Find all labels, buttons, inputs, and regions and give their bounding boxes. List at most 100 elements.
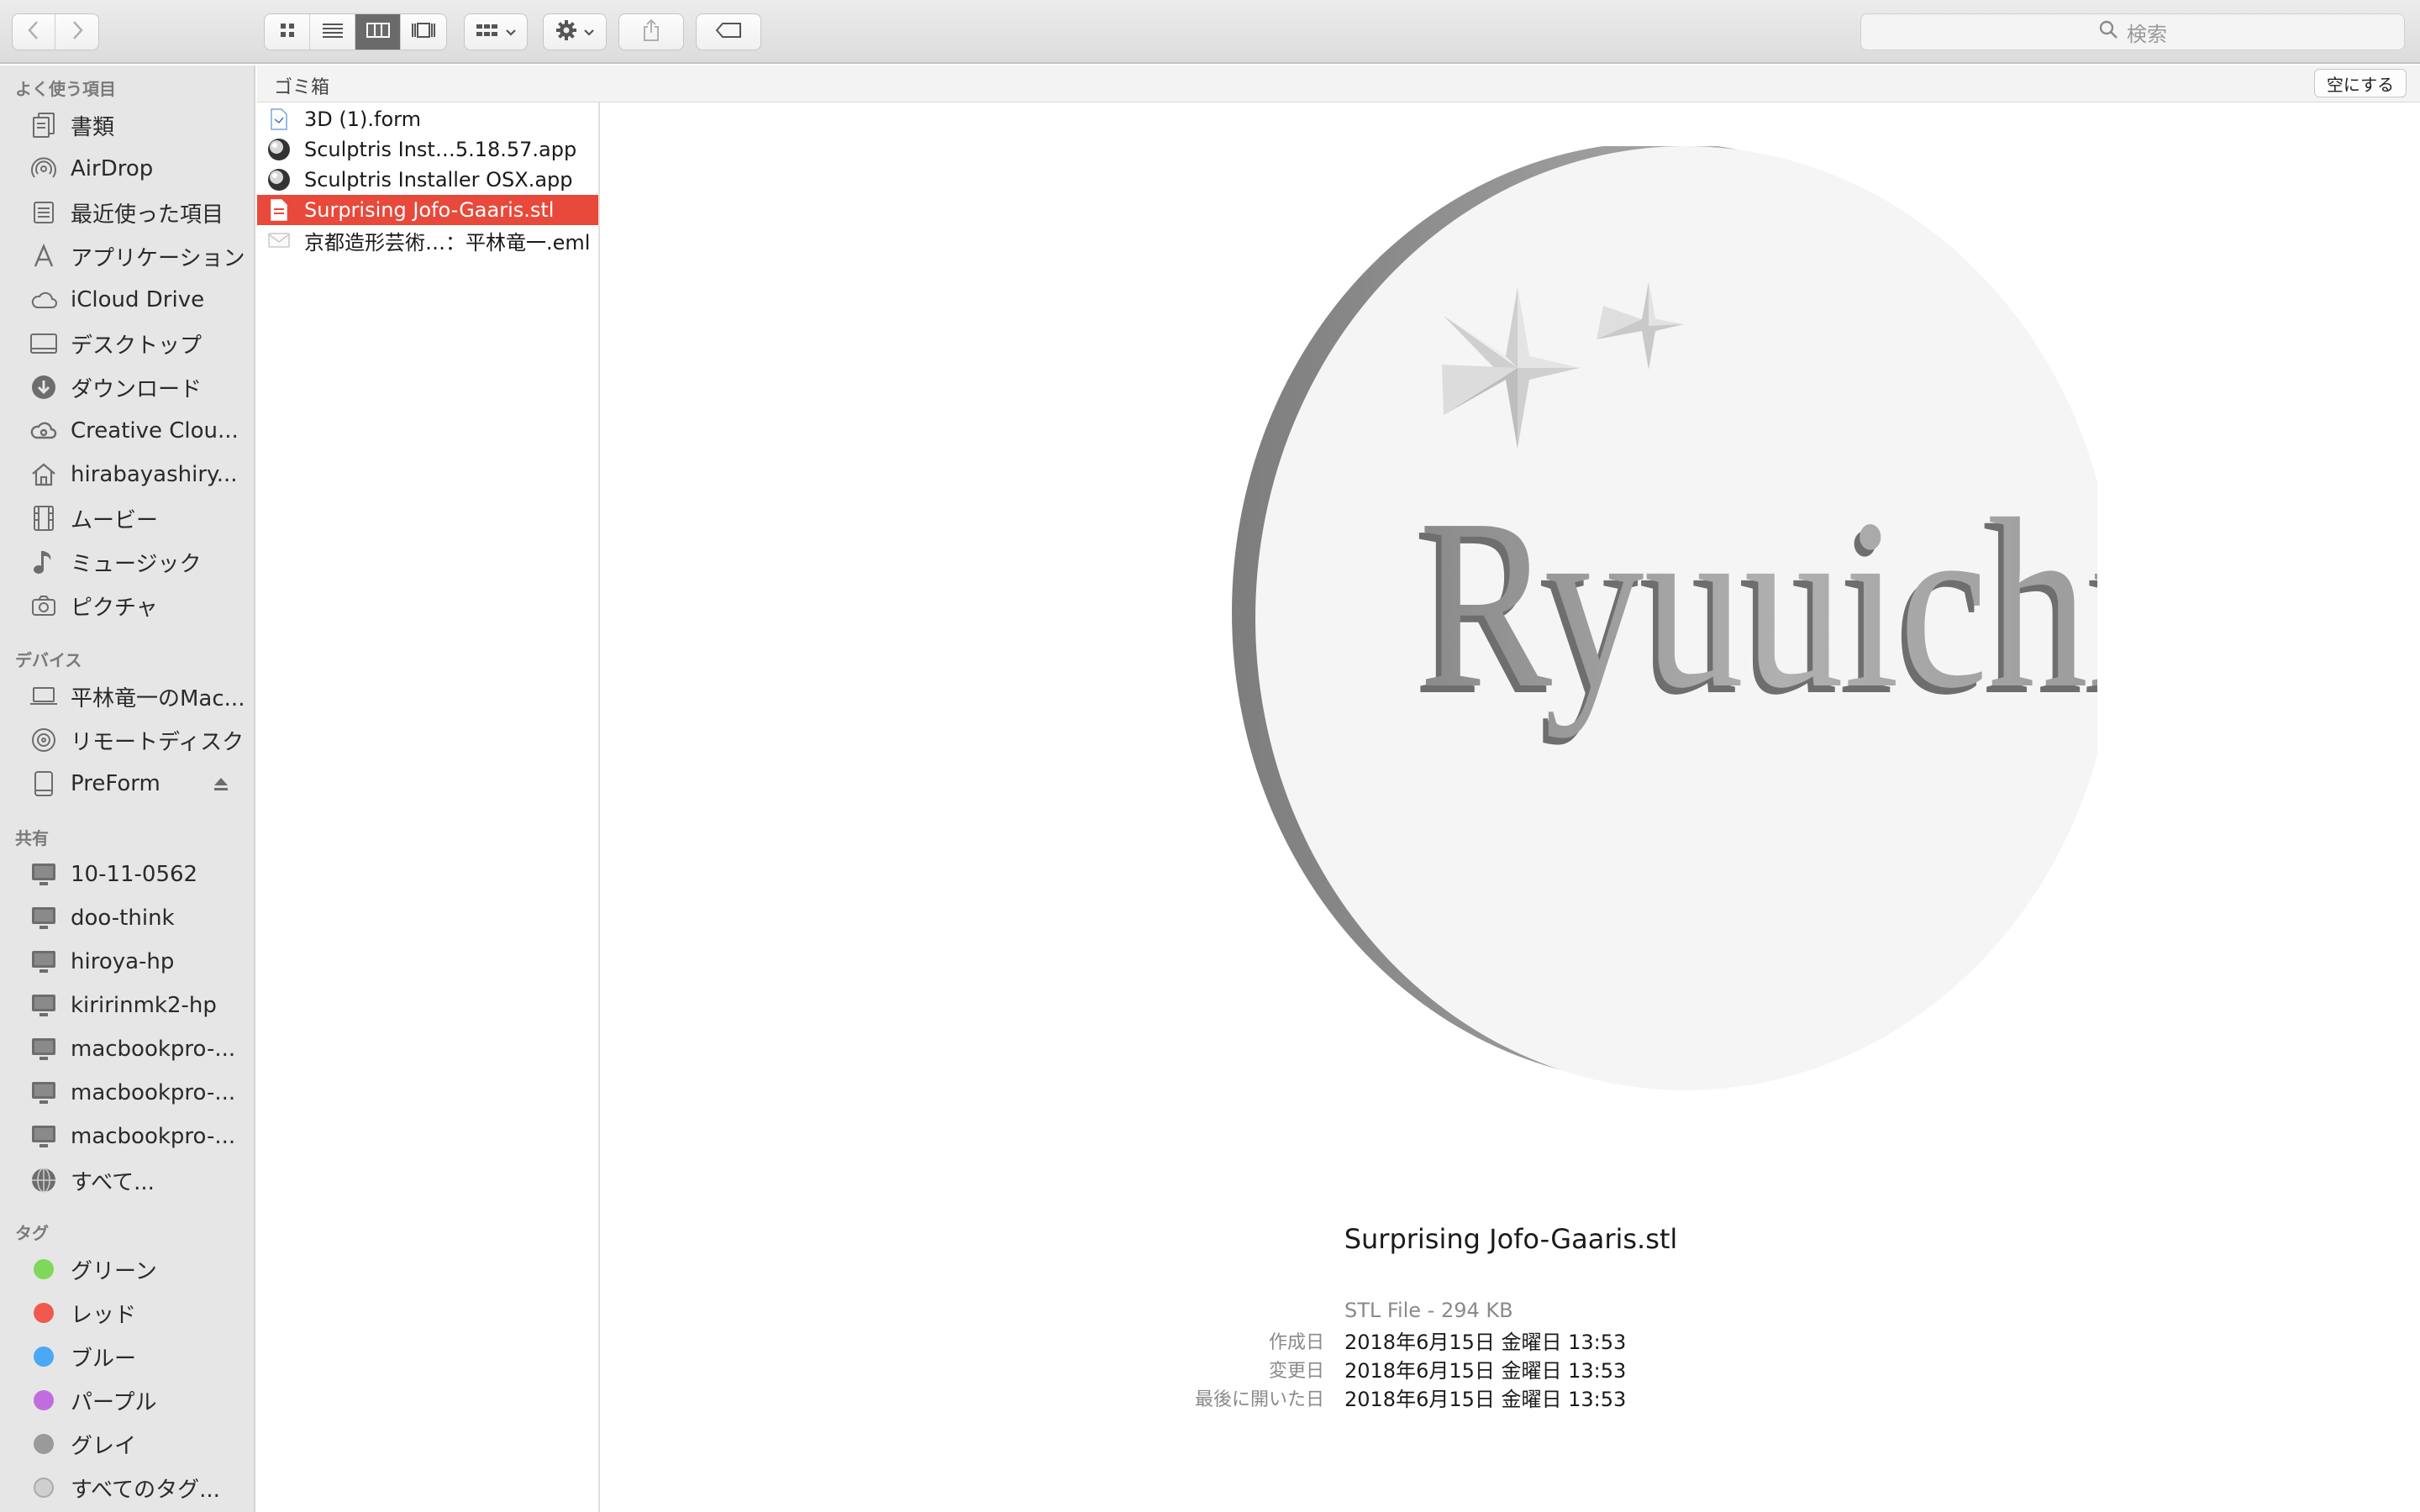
tag-dot [34, 1347, 54, 1367]
tag-icon [714, 22, 743, 42]
sidebar-favorite-label: ピクチャ [71, 595, 158, 621]
sidebar-device-label: リモートディスク [71, 729, 245, 755]
tag-dot [34, 1434, 54, 1454]
recents-icon [29, 197, 59, 228]
list-icon [321, 21, 345, 43]
camera-icon [29, 591, 59, 621]
sidebar-shared-item[interactable]: doo-think [0, 897, 254, 939]
sidebar-tag-item[interactable]: パープル [0, 1379, 254, 1421]
monitor-icon [29, 903, 59, 933]
sidebar-favorite-item[interactable]: ムービー [0, 497, 254, 539]
tag-dot [34, 1259, 54, 1279]
sidebar-shared-item[interactable]: 10-11-0562 [0, 853, 254, 895]
forward-button[interactable] [55, 14, 98, 50]
sidebar-tag-item[interactable]: ブルー [0, 1336, 254, 1378]
arrange-button[interactable] [464, 13, 528, 50]
sculptris-app-icon [267, 138, 291, 161]
column-view-button[interactable] [355, 14, 401, 50]
file-name: 京都造形芸術…：平林竜一.eml [304, 230, 591, 255]
sidebar-shared-label: kiririnmk2-hp [71, 993, 217, 1018]
sidebar-tag-label: グレイ [71, 1433, 137, 1459]
mail-file-icon [267, 228, 291, 252]
sidebar-favorite-item[interactable]: 書類 [0, 104, 254, 146]
action-button[interactable] [543, 13, 607, 50]
home-icon [29, 459, 59, 490]
sidebar-favorite-label: デスクトップ [71, 333, 203, 359]
monitor-icon [29, 1078, 59, 1108]
sidebar-favorite-item[interactable]: ミュージック [0, 541, 254, 583]
preview-pane: Ryuuichi Ryuuichi Surprising Jofo-Gaaris… [602, 102, 2420, 1512]
tag-button[interactable] [696, 13, 761, 50]
sidebar-favorite-item[interactable]: ダウンロード [0, 366, 254, 408]
chevron-down-icon [583, 24, 595, 40]
model-preview: Ryuuichi Ryuuichi [1207, 142, 2144, 1095]
sidebar-favorite-item[interactable]: AirDrop [0, 148, 254, 190]
sidebar: よく使う項目 書類 AirDrop 最近使った項目 アプリケーション iCloud Dr… [0, 66, 255, 1512]
devices-header: デバイス [15, 650, 82, 670]
meta-key: 変更日 [1268, 1361, 1324, 1382]
sidebar-favorite-item[interactable]: デスクトップ [0, 323, 254, 365]
icon-view-button[interactable] [265, 14, 310, 50]
file-row[interactable]: 京都造形芸術…：平林竜一.eml [257, 225, 598, 255]
view-mode-control [264, 13, 447, 50]
sidebar-favorite-item[interactable]: ピクチャ [0, 585, 254, 627]
tag-color-dot-icon [29, 1341, 59, 1372]
sidebar-tag-item[interactable]: グレイ [0, 1423, 254, 1465]
back-button[interactable] [13, 14, 56, 50]
sidebar-favorite-label: AirDrop [71, 156, 154, 181]
sidebar-shared-item[interactable]: macbookpro-... [0, 1116, 254, 1158]
sidebar-shared-item[interactable]: kiririnmk2-hp [0, 984, 254, 1026]
download-icon [29, 372, 59, 402]
list-view-button[interactable] [310, 14, 355, 50]
sidebar-tag-item[interactable]: グリーン [0, 1248, 254, 1290]
sculptris-app-icon [267, 168, 291, 192]
sidebar-favorite-item[interactable]: アプリケーション [0, 235, 254, 277]
meta-value: 2018年6月15日 金曜日 13:53 [1344, 1331, 1627, 1354]
file-row[interactable]: Surprising Jofo-Gaaris.stl [257, 195, 598, 225]
sidebar-favorite-label: 最近使った項目 [71, 202, 224, 228]
preview-kind-size: STL File - 294 KB [1344, 1299, 1513, 1322]
sidebar-tag-label: パープル [71, 1389, 157, 1415]
file-row[interactable]: Sculptris Installer OSX.app [257, 165, 598, 195]
chevron-right-icon [71, 20, 84, 44]
toolbar: 検索 [0, 0, 2420, 64]
file-row[interactable]: 3D (1).form [257, 104, 598, 134]
documents-icon [29, 110, 59, 140]
path-bar: ゴミ箱 [257, 66, 2420, 102]
file-name: 3D (1).form [304, 108, 421, 131]
sidebar-shared-item[interactable]: すべて... [0, 1159, 254, 1201]
sidebar-shared-label: 10-11-0562 [71, 862, 198, 887]
sidebar-device-label: 平林竜一のMac... [71, 685, 245, 711]
sidebar-tag-item[interactable]: すべてのタグ... [0, 1467, 254, 1509]
search-field[interactable]: 検索 [1860, 13, 2405, 50]
search-icon [2098, 19, 2118, 45]
sidebar-favorite-item[interactable]: 最近使った項目 [0, 192, 254, 234]
share-button[interactable] [618, 13, 684, 50]
sidebar-shared-item[interactable]: hiroya-hp [0, 941, 254, 983]
monitor-icon [29, 1121, 59, 1152]
gallery-icon [410, 21, 437, 43]
sidebar-favorite-item[interactable]: Creative Clou... [0, 410, 254, 452]
sidebar-shared-item[interactable]: macbookpro-... [0, 1028, 254, 1070]
empty-trash-button[interactable]: 空にする [2314, 69, 2407, 97]
model-text: Ryuuichi [1419, 470, 2097, 738]
sidebar-tag-item[interactable]: レッド [0, 1292, 254, 1334]
sidebar-device-item[interactable]: リモートディスク [0, 719, 254, 761]
sidebar-favorite-item[interactable]: hirabayashiry... [0, 454, 254, 496]
meta-value: 2018年6月15日 金曜日 13:53 [1344, 1388, 1627, 1411]
meta-key: 最後に開いた日 [1194, 1389, 1324, 1410]
tag-color-dot-icon [29, 1429, 59, 1459]
meta-value: 2018年6月15日 金曜日 13:53 [1344, 1359, 1627, 1383]
sidebar-device-item[interactable]: 平林竜一のMac... [0, 675, 254, 717]
monitor-icon [29, 990, 59, 1021]
sidebar-favorite-item[interactable]: iCloud Drive [0, 279, 254, 321]
form-file-icon [267, 108, 291, 131]
sidebar-shared-item[interactable]: macbookpro-... [0, 1072, 254, 1114]
eject-icon[interactable] [212, 774, 230, 793]
sidebar-device-item[interactable]: PreForm [0, 763, 254, 805]
sidebar-favorite-label: ミュージック [71, 551, 202, 577]
gallery-view-button[interactable] [401, 14, 446, 50]
sidebar-favorite-label: Creative Clou... [71, 418, 239, 444]
nav-buttons [12, 13, 99, 50]
file-row[interactable]: Sculptris Inst…5.18.57.app [257, 134, 598, 165]
